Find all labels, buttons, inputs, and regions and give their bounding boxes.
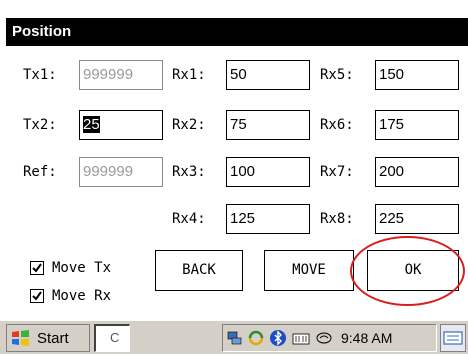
network-icon [227, 331, 242, 345]
tx2-field[interactable]: 25 [79, 110, 163, 140]
move-rx-check-icon [30, 289, 44, 303]
sync-icon [248, 330, 264, 346]
volume-icon [316, 332, 332, 344]
move-rx-label: Move Rx [52, 288, 112, 304]
tx1-field: 999999 [79, 60, 163, 90]
rx8-field[interactable]: 225 [375, 204, 459, 234]
keyboard-icon[interactable] [440, 324, 466, 352]
system-tray: 9:48 AM [222, 324, 437, 352]
rx7-field[interactable]: 200 [375, 157, 459, 187]
tx1-label: Tx1: [23, 67, 57, 83]
taskbar: Start C 9:48 AM [0, 320, 468, 354]
move-tx-checkbox[interactable]: Move Tx [30, 258, 111, 278]
rx3-label: Rx3: [172, 164, 206, 180]
rx7-label: Rx7: [320, 164, 354, 180]
rx6-label: Rx6: [320, 117, 354, 133]
start-button[interactable]: Start [6, 324, 90, 352]
move-tx-label: Move Tx [52, 260, 112, 276]
window-title: Position [6, 18, 468, 46]
rx5-field[interactable]: 150 [375, 60, 459, 90]
tx2-label: Tx2: [23, 117, 57, 133]
rx1-label: Rx1: [172, 67, 206, 83]
ref-field: 999999 [79, 157, 163, 187]
bluetooth-icon [270, 330, 286, 346]
ok-button[interactable]: OK [367, 250, 459, 291]
connection-icon [292, 333, 310, 345]
windows-flag-icon [12, 330, 29, 346]
tx2-value: 25 [83, 116, 100, 133]
rx4-field[interactable]: 125 [226, 204, 310, 234]
rx2-label: Rx2: [172, 117, 206, 133]
back-button[interactable]: BACK [155, 250, 243, 291]
rx5-label: Rx5: [320, 67, 354, 83]
move-tx-check-icon [30, 261, 44, 275]
move-button[interactable]: MOVE [264, 250, 354, 291]
rx4-label: Rx4: [172, 211, 206, 227]
rx1-field[interactable]: 50 [226, 60, 310, 90]
taskbar-app-button[interactable]: C [94, 324, 130, 352]
move-rx-checkbox[interactable]: Move Rx [30, 286, 111, 306]
rx8-label: Rx8: [320, 211, 354, 227]
start-label: Start [37, 329, 69, 347]
taskbar-clock[interactable]: 9:48 AM [341, 330, 392, 346]
rx6-field[interactable]: 175 [375, 110, 459, 140]
ref-label: Ref: [23, 164, 57, 180]
rx3-field[interactable]: 100 [226, 157, 310, 187]
rx2-field[interactable]: 75 [226, 110, 310, 140]
